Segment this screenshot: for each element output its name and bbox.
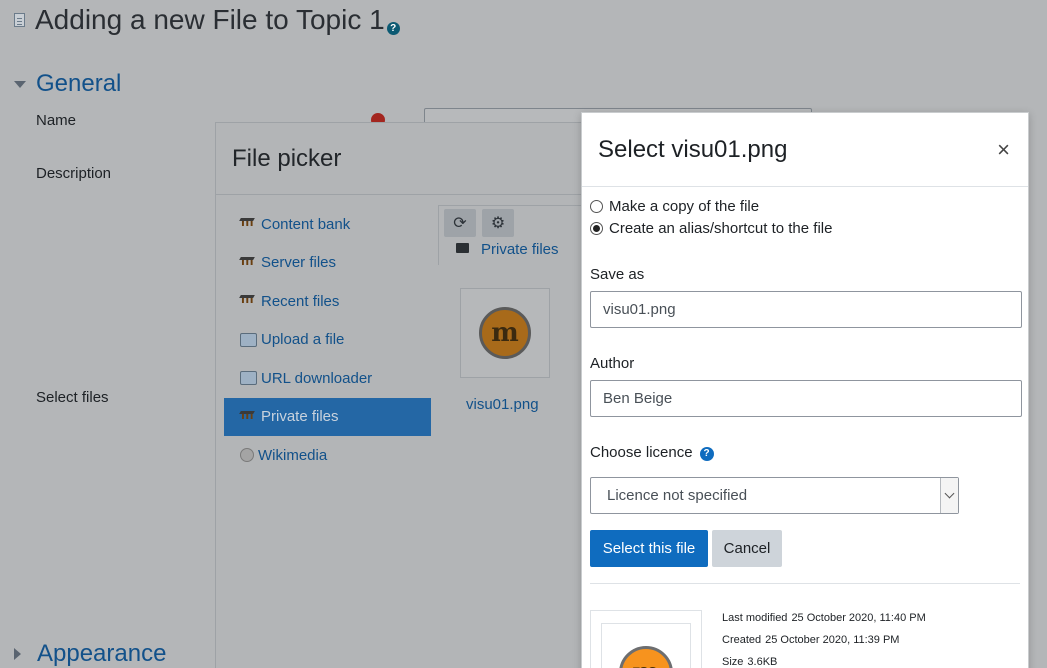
page-header: Adding a new File to Topic 1? — [14, 4, 400, 36]
file-preview: m — [590, 610, 702, 668]
badge-glyph: m — [632, 658, 660, 668]
download-icon — [240, 371, 257, 386]
repo-upload-file[interactable]: Upload a file — [224, 321, 431, 360]
meta-last-modified: Last modified 25 October 2020, 11:40 PM — [722, 612, 926, 624]
breadcrumb-item[interactable]: Private files — [481, 241, 559, 258]
meta-key: Last modified — [722, 612, 788, 624]
radio-alias[interactable] — [590, 222, 603, 235]
save-as-label: Save as — [590, 266, 645, 283]
meta-created: Created 25 October 2020, 11:39 PM — [722, 634, 899, 646]
collapse-caret-icon — [14, 80, 26, 88]
meta-value: 3.6KB — [747, 656, 778, 668]
repo-url-downloader[interactable]: URL downloader — [224, 359, 431, 398]
document-icon — [14, 13, 25, 27]
expand-caret-icon — [14, 648, 21, 660]
author-label: Author — [590, 355, 635, 372]
repo-label: Content bank — [261, 215, 351, 233]
meta-value: 25 October 2020, 11:40 PM — [791, 612, 926, 624]
breadcrumb: Private files — [456, 241, 559, 258]
moodle-icon — [240, 213, 257, 231]
repo-label: Wikimedia — [258, 446, 328, 464]
repo-label: Recent files — [261, 292, 340, 310]
repo-server-files[interactable]: Server files — [224, 244, 431, 283]
help-icon[interactable]: ? — [386, 22, 400, 35]
refresh-icon: ⟳ — [453, 215, 467, 232]
help-icon[interactable]: ? — [699, 446, 714, 461]
repo-label: Server files — [261, 254, 337, 272]
repo-content-bank[interactable]: Content bank — [224, 205, 431, 244]
repository-list: Content bank Server files Recent files U… — [224, 205, 431, 475]
refresh-button[interactable]: ⟳ — [444, 209, 476, 237]
author-input[interactable]: Ben Beige — [590, 380, 1022, 417]
meta-size: Size 3.6KB — [722, 656, 777, 668]
meta-value: 25 October 2020, 11:39 PM — [765, 634, 900, 646]
file-preview-frame: m — [601, 623, 691, 668]
licence-select[interactable]: Licence not specified — [590, 477, 959, 514]
page-title: Adding a new File to Topic 1? — [35, 4, 400, 36]
divider — [590, 583, 1020, 584]
meta-key: Created — [722, 634, 762, 646]
select-files-label: Select files — [36, 389, 109, 406]
cancel-button[interactable]: Cancel — [712, 530, 782, 567]
licence-label: Choose licence — [590, 444, 693, 461]
settings-button[interactable]: ⚙ — [482, 209, 514, 237]
radio-copy-option[interactable]: Make a copy of the file — [590, 198, 759, 215]
file-picker-title: File picker — [232, 144, 342, 172]
description-label: Description — [36, 165, 112, 182]
badge-glyph: m — [491, 318, 519, 348]
chevron-down-icon — [940, 478, 958, 513]
modal-title: Select visu01.png — [598, 135, 788, 163]
radio-copy-label: Make a copy of the file — [609, 198, 760, 215]
meta-key: Size — [722, 656, 744, 668]
repo-label: Private files — [261, 408, 339, 426]
section-general-title: General — [36, 70, 122, 97]
repo-recent-files[interactable]: Recent files — [224, 282, 431, 321]
moodle-icon — [240, 406, 257, 424]
close-icon[interactable]: × — [997, 139, 1010, 161]
folder-icon — [456, 242, 469, 253]
file-thumbnail[interactable]: m — [460, 288, 550, 378]
radio-copy[interactable] — [590, 200, 603, 213]
radio-alias-option[interactable]: Create an alias/shortcut to the file — [590, 220, 832, 237]
repo-wikimedia[interactable]: Wikimedia — [224, 436, 431, 475]
moodle-icon — [240, 290, 257, 308]
select-file-modal: Select visu01.png × Make a copy of the f… — [581, 112, 1029, 668]
gear-icon: ⚙ — [490, 215, 506, 232]
save-as-input[interactable]: visu01.png — [590, 291, 1022, 328]
globe-icon — [240, 448, 254, 463]
repo-private-files[interactable]: Private files — [224, 397, 431, 436]
file-picker-header: File picker — [216, 123, 634, 195]
section-general[interactable]: General — [14, 70, 121, 98]
file-name-link[interactable]: visu01.png — [466, 396, 539, 413]
upload-icon — [240, 332, 257, 347]
select-this-file-button[interactable]: Select this file — [590, 530, 708, 567]
repo-label: URL downloader — [261, 369, 373, 387]
licence-selected-value: Licence not specified — [607, 487, 748, 504]
section-appearance-title: Appearance — [37, 640, 167, 667]
name-label: Name — [36, 112, 77, 129]
file-picker-dialog: File picker Content bank Server files Re… — [215, 122, 638, 668]
moodle-badge-image: m — [619, 646, 673, 668]
section-appearance[interactable]: Appearance — [14, 640, 166, 668]
licence-label-row: Choose licence ? — [590, 444, 714, 461]
modal-header: Select visu01.png × — [582, 113, 1028, 187]
repo-label: Upload a file — [261, 331, 345, 349]
radio-alias-label: Create an alias/shortcut to the file — [609, 220, 833, 237]
moodle-icon — [240, 252, 257, 270]
moodle-badge-image: m — [479, 307, 531, 359]
